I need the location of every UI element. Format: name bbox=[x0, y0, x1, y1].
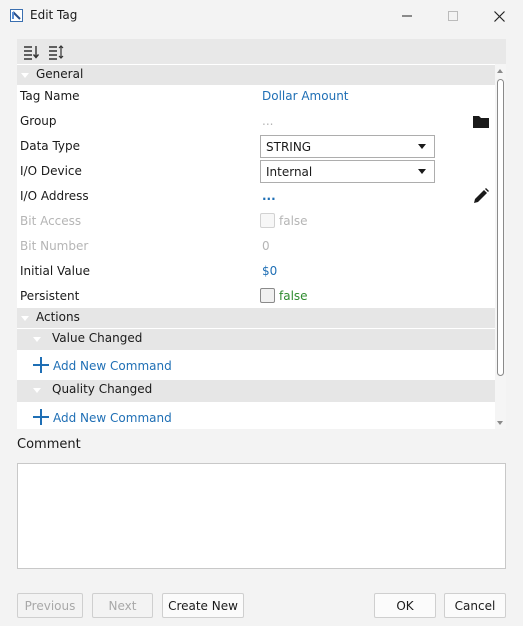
sort-options-icon[interactable] bbox=[48, 44, 64, 60]
row-io-address: I/O Address ... bbox=[17, 184, 495, 209]
subsection-label: Value Changed bbox=[52, 331, 143, 345]
minimize-button[interactable] bbox=[384, 0, 430, 32]
group-label: Group bbox=[20, 114, 57, 128]
row-bit-number: Bit Number 0 bbox=[17, 234, 495, 259]
previous-button[interactable]: Previous bbox=[17, 593, 83, 618]
plus-icon bbox=[33, 409, 49, 425]
collapse-arrow-icon[interactable] bbox=[21, 73, 29, 78]
plus-icon bbox=[33, 357, 49, 373]
minimize-icon bbox=[402, 15, 412, 17]
collapse-arrow-icon[interactable] bbox=[33, 337, 41, 342]
app-logo-icon bbox=[10, 9, 23, 22]
row-bit-access: Bit Access false bbox=[17, 209, 495, 234]
add-new-command-link[interactable]: Add New Command bbox=[53, 359, 172, 373]
quality-changed-add-command[interactable]: Add New Command bbox=[17, 404, 495, 429]
row-persistent: Persistent false bbox=[17, 284, 495, 309]
title-bar: Edit Tag bbox=[0, 0, 523, 32]
vertical-scrollbar[interactable] bbox=[495, 64, 506, 429]
close-icon bbox=[493, 10, 505, 22]
scrollbar-thumb[interactable] bbox=[497, 79, 504, 376]
close-button[interactable] bbox=[476, 0, 522, 32]
io-address-value[interactable]: ... bbox=[262, 189, 276, 203]
row-group: Group ... bbox=[17, 109, 495, 134]
subsection-label: Quality Changed bbox=[52, 382, 153, 396]
group-value[interactable]: ... bbox=[262, 114, 273, 128]
bit-number-value: 0 bbox=[262, 239, 270, 253]
io-device-label: I/O Device bbox=[20, 164, 82, 178]
maximize-icon bbox=[448, 11, 458, 21]
maximize-button[interactable] bbox=[430, 0, 476, 32]
bit-access-label: Bit Access bbox=[20, 214, 82, 228]
persistent-value: false bbox=[279, 289, 308, 303]
property-grid-toolbar bbox=[17, 39, 506, 64]
add-new-command-link[interactable]: Add New Command bbox=[53, 411, 172, 425]
collapse-arrow-icon[interactable] bbox=[33, 388, 41, 393]
section-label: Actions bbox=[36, 310, 80, 324]
pencil-icon[interactable] bbox=[472, 187, 490, 205]
subsection-quality-changed[interactable]: Quality Changed bbox=[17, 380, 495, 402]
create-new-button[interactable]: Create New bbox=[162, 593, 244, 618]
io-address-label: I/O Address bbox=[20, 189, 89, 203]
value-changed-add-command[interactable]: Add New Command bbox=[17, 352, 495, 379]
row-io-device: I/O Device Internal bbox=[17, 159, 495, 184]
property-grid: General Tag Name Dollar Amount Group ...… bbox=[17, 39, 506, 429]
tag-name-value[interactable]: Dollar Amount bbox=[262, 89, 349, 103]
io-device-value: Internal bbox=[266, 165, 313, 179]
bit-number-label: Bit Number bbox=[20, 239, 89, 253]
folder-icon[interactable] bbox=[472, 113, 490, 131]
ok-button[interactable]: OK bbox=[374, 593, 436, 618]
row-initial-value: Initial Value $0 bbox=[17, 259, 495, 284]
comment-label: Comment bbox=[17, 437, 81, 452]
next-button[interactable]: Next bbox=[92, 593, 153, 618]
bit-access-value: false bbox=[279, 214, 308, 228]
collapse-arrow-icon[interactable] bbox=[21, 316, 29, 321]
chevron-down-icon bbox=[418, 169, 426, 174]
scroll-down-arrow-icon[interactable] bbox=[497, 421, 503, 425]
section-general[interactable]: General bbox=[17, 65, 495, 85]
section-label: General bbox=[36, 67, 84, 81]
initial-value-label: Initial Value bbox=[20, 264, 90, 278]
data-type-value: STRING bbox=[266, 140, 312, 154]
scroll-up-arrow-icon[interactable] bbox=[497, 69, 503, 73]
data-type-label: Data Type bbox=[20, 139, 81, 153]
data-type-select[interactable]: STRING bbox=[260, 135, 435, 158]
tag-name-label: Tag Name bbox=[20, 89, 80, 103]
bit-access-checkbox bbox=[260, 213, 275, 228]
cancel-button[interactable]: Cancel bbox=[444, 593, 506, 618]
sort-ascending-icon[interactable] bbox=[23, 44, 39, 60]
chevron-down-icon bbox=[418, 144, 426, 149]
subsection-value-changed[interactable]: Value Changed bbox=[17, 329, 495, 350]
row-data-type: Data Type STRING bbox=[17, 134, 495, 159]
window-title: Edit Tag bbox=[30, 8, 78, 22]
section-actions[interactable]: Actions bbox=[17, 308, 495, 328]
persistent-label: Persistent bbox=[20, 289, 80, 303]
io-device-select[interactable]: Internal bbox=[260, 160, 435, 183]
persistent-checkbox[interactable] bbox=[260, 288, 275, 303]
comment-textarea[interactable] bbox=[17, 463, 506, 569]
row-tag-name: Tag Name Dollar Amount bbox=[17, 84, 495, 109]
initial-value-value[interactable]: $0 bbox=[262, 264, 277, 278]
